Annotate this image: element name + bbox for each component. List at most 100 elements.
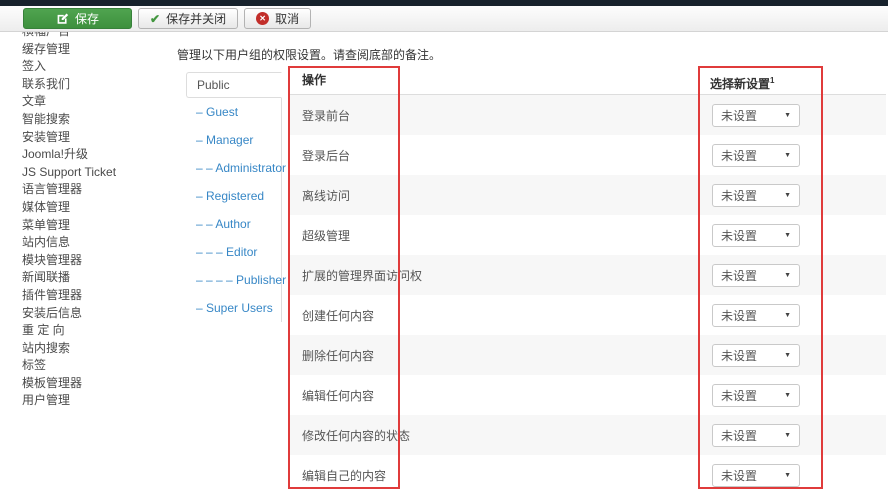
chevron-down-icon: ▼ — [784, 152, 791, 159]
sidebar-menu: 横幅广告缓存管理签入联系我们文章智能搜索安装管理Joomla!升级JS Supp… — [22, 32, 172, 494]
usergroup-tab-link[interactable]: – Guest — [186, 98, 281, 126]
sidebar-item[interactable]: 标签 — [22, 357, 172, 375]
sidebar-item[interactable]: 重 定 向 — [22, 322, 172, 340]
permissions-intro-text: 管理以下用户组的权限设置。请查阅底部的备注。 — [177, 48, 442, 62]
sidebar-item[interactable]: JS Support Ticket — [22, 164, 172, 182]
table-row: 登录前台 未设置 ▼ — [289, 95, 886, 135]
permission-select[interactable]: 未设置 ▼ — [712, 464, 800, 487]
sidebar-item[interactable]: 模块管理器 — [22, 252, 172, 270]
table-row: 扩展的管理界面访问权 未设置 ▼ — [289, 255, 886, 295]
save-button-label: 保存 — [74, 12, 99, 26]
permission-select-value: 未设置 — [721, 149, 758, 163]
table-row: 编辑任何内容 未设置 ▼ — [289, 375, 886, 415]
sidebar-item[interactable]: 用户管理 — [22, 392, 172, 410]
table-row: 编辑自己的内容 未设置 ▼ — [289, 455, 886, 495]
permission-select[interactable]: 未设置 ▼ — [712, 144, 800, 167]
sidebar-item[interactable]: 模板管理器 — [22, 375, 172, 393]
action-label: 扩展的管理界面访问权 — [302, 268, 423, 283]
sidebar-item[interactable]: 语言管理器 — [22, 181, 172, 199]
sidebar-item[interactable]: 文章 — [22, 93, 172, 111]
permissions-table-body: 登录前台 未设置 ▼ 登录后台 未设置 ▼ 离线访问 未设置 ▼ 超级管理 未设置 ▼ 扩展的管理界面访… — [289, 95, 886, 495]
sidebar-item[interactable]: 联系我们 — [22, 76, 172, 94]
cancel-circle-icon: ✕ — [256, 12, 270, 25]
permission-select-value: 未设置 — [721, 269, 758, 283]
permission-select-value: 未设置 — [721, 229, 758, 243]
usergroup-tab-link[interactable]: – Registered — [186, 182, 281, 210]
chevron-down-icon: ▼ — [784, 112, 791, 119]
sidebar-item[interactable]: 横幅广告 — [22, 32, 172, 41]
action-label: 离线访问 — [302, 188, 351, 203]
sidebar-item[interactable]: 媒体管理 — [22, 199, 172, 217]
usergroup-tabs: Public – Guest – Manager – – Administrator… — [186, 72, 286, 322]
table-row: 删除任何内容 未设置 ▼ — [289, 335, 886, 375]
save-close-button-label: 保存并关闭 — [166, 12, 227, 26]
sidebar-item[interactable]: 新闻联播 — [22, 269, 172, 287]
table-row: 离线访问 未设置 ▼ — [289, 175, 886, 215]
usergroup-tab-link[interactable]: – – – Editor — [186, 238, 281, 266]
usergroup-tab-link[interactable]: – Super Users — [186, 294, 281, 322]
action-label: 登录前台 — [302, 108, 351, 123]
sidebar-item[interactable]: Joomla!升级 — [22, 146, 172, 164]
sidebar-item[interactable]: 智能搜索 — [22, 111, 172, 129]
cancel-button-label: 取消 — [275, 12, 300, 26]
sidebar-item[interactable]: 站内信息 — [22, 234, 172, 252]
permissions-table-header: 操作 选择新设置1 — [289, 66, 886, 95]
permission-select-value: 未设置 — [721, 389, 758, 403]
action-label: 删除任何内容 — [302, 348, 375, 363]
action-label: 编辑自己的内容 — [302, 468, 387, 483]
chevron-down-icon: ▼ — [784, 392, 791, 399]
check-icon: ✔ — [150, 11, 161, 26]
toolbar: 保存 ✔ 保存并关闭 ✕ 取消 — [0, 6, 888, 32]
usergroup-tab-link[interactable]: – Manager — [186, 126, 281, 154]
action-label: 编辑任何内容 — [302, 388, 375, 403]
permission-select-value: 未设置 — [721, 189, 758, 203]
sidebar-item[interactable]: 安装管理 — [22, 129, 172, 147]
sidebar-item[interactable]: 插件管理器 — [22, 287, 172, 305]
permission-select-value: 未设置 — [721, 349, 758, 363]
chevron-down-icon: ▼ — [784, 272, 791, 279]
usergroup-tab-link[interactable]: – – Administrator — [186, 154, 286, 182]
permission-select-value: 未设置 — [721, 309, 758, 323]
save-button[interactable]: 保存 — [23, 8, 132, 29]
sidebar-item[interactable]: 缓存管理 — [22, 41, 172, 59]
chevron-down-icon: ▼ — [784, 312, 791, 319]
permission-select[interactable]: 未设置 ▼ — [712, 184, 800, 207]
usergroup-tab-link[interactable]: – – Author — [186, 210, 281, 238]
permission-select[interactable]: 未设置 ▼ — [712, 344, 800, 367]
chevron-down-icon: ▼ — [784, 352, 791, 359]
chevron-down-icon: ▼ — [784, 232, 791, 239]
actions-column-header: 操作 — [302, 73, 327, 87]
sidebar-item[interactable]: 安装后信息 — [22, 305, 172, 323]
usergroup-tab-link[interactable]: – – – – Publisher — [186, 266, 286, 294]
permission-select-value: 未设置 — [721, 469, 758, 483]
action-label: 修改任何内容的状态 — [302, 428, 411, 443]
permission-select-value: 未设置 — [721, 109, 758, 123]
sidebar-item[interactable]: 菜单管理 — [22, 217, 172, 235]
permission-select-value: 未设置 — [721, 429, 758, 443]
table-row: 修改任何内容的状态 未设置 ▼ — [289, 415, 886, 455]
table-row: 超级管理 未设置 ▼ — [289, 215, 886, 255]
tab-group-public[interactable]: Public — [186, 72, 282, 98]
edit-square-icon — [56, 12, 69, 25]
permission-select[interactable]: 未设置 ▼ — [712, 104, 800, 127]
table-row: 登录后台 未设置 ▼ — [289, 135, 886, 175]
permission-select[interactable]: 未设置 ▼ — [712, 264, 800, 287]
usergroup-tab-list: – Guest – Manager – – Administrator – Regis… — [186, 98, 286, 322]
permission-select[interactable]: 未设置 ▼ — [712, 424, 800, 447]
chevron-down-icon: ▼ — [784, 192, 791, 199]
chevron-down-icon: ▼ — [784, 432, 791, 439]
table-row: 创建任何内容 未设置 ▼ — [289, 295, 886, 335]
sidebar-menu-list: 横幅广告缓存管理签入联系我们文章智能搜索安装管理Joomla!升级JS Supp… — [22, 32, 172, 410]
cancel-button[interactable]: ✕ 取消 — [244, 8, 312, 29]
chevron-down-icon: ▼ — [784, 472, 791, 479]
permission-select[interactable]: 未设置 ▼ — [712, 384, 800, 407]
permissions-table: 操作 选择新设置1 登录前台 未设置 ▼ 登录后台 未设置 ▼ 离线访问 未设置 ▼ 超级管理 未设… — [289, 66, 886, 495]
save-close-button[interactable]: ✔ 保存并关闭 — [138, 8, 239, 29]
sidebar-item[interactable]: 签入 — [22, 58, 172, 76]
sidebar-item[interactable]: 站内搜索 — [22, 340, 172, 358]
permission-select[interactable]: 未设置 ▼ — [712, 304, 800, 327]
action-label: 创建任何内容 — [302, 308, 375, 323]
action-label: 超级管理 — [302, 228, 351, 243]
permission-select[interactable]: 未设置 ▼ — [712, 224, 800, 247]
action-label: 登录后台 — [302, 148, 351, 163]
